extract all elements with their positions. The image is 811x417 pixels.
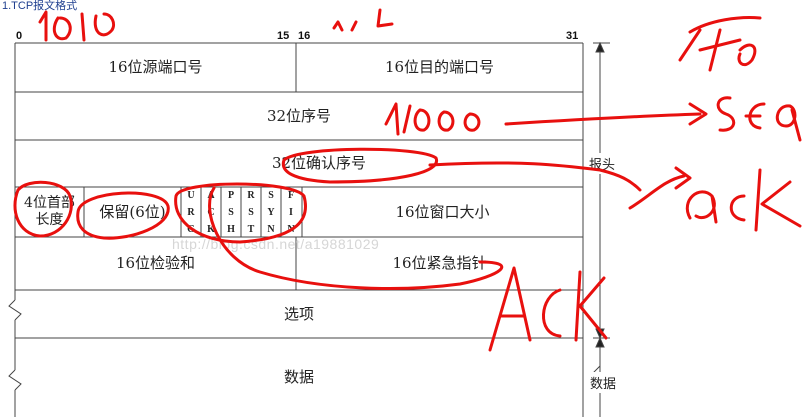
- seq-letter-e: [744, 102, 766, 130]
- top-scribble-4: [93, 12, 116, 37]
- bottom-ack-k: [574, 270, 608, 342]
- handwritten-annotations: [13, 8, 802, 352]
- ack-arrow-line: [428, 161, 642, 192]
- ack-circle: [281, 147, 438, 184]
- seq-letter-q: [775, 104, 802, 142]
- top-scribble-2: [52, 16, 72, 41]
- seq-1000: [384, 102, 481, 136]
- top-scribble-3: [80, 12, 86, 42]
- right-ack-a: [686, 190, 718, 224]
- bottom-ack-c: [542, 288, 562, 338]
- top-right-scribble: [678, 16, 762, 72]
- top-scribble-7: [376, 8, 394, 28]
- header-length-circle: [13, 180, 73, 238]
- top-scribble-1: [38, 10, 48, 42]
- flags-circle: [174, 182, 307, 244]
- right-ack-k: [754, 168, 802, 232]
- right-ack-c: [729, 194, 746, 222]
- top-scribble-5: [332, 20, 344, 32]
- bottom-ack-a: [488, 266, 532, 352]
- reserved-circle: [76, 191, 170, 240]
- seq-letter-s: [716, 96, 736, 132]
- flags-curve: [208, 186, 504, 290]
- seq-arrow: [504, 102, 708, 126]
- top-scribble-6: [350, 20, 358, 32]
- tcp-segment-diagram: 1.TCP报文格式 0 15 16 31 16位源端口号 16位目的端口号 32…: [0, 0, 811, 417]
